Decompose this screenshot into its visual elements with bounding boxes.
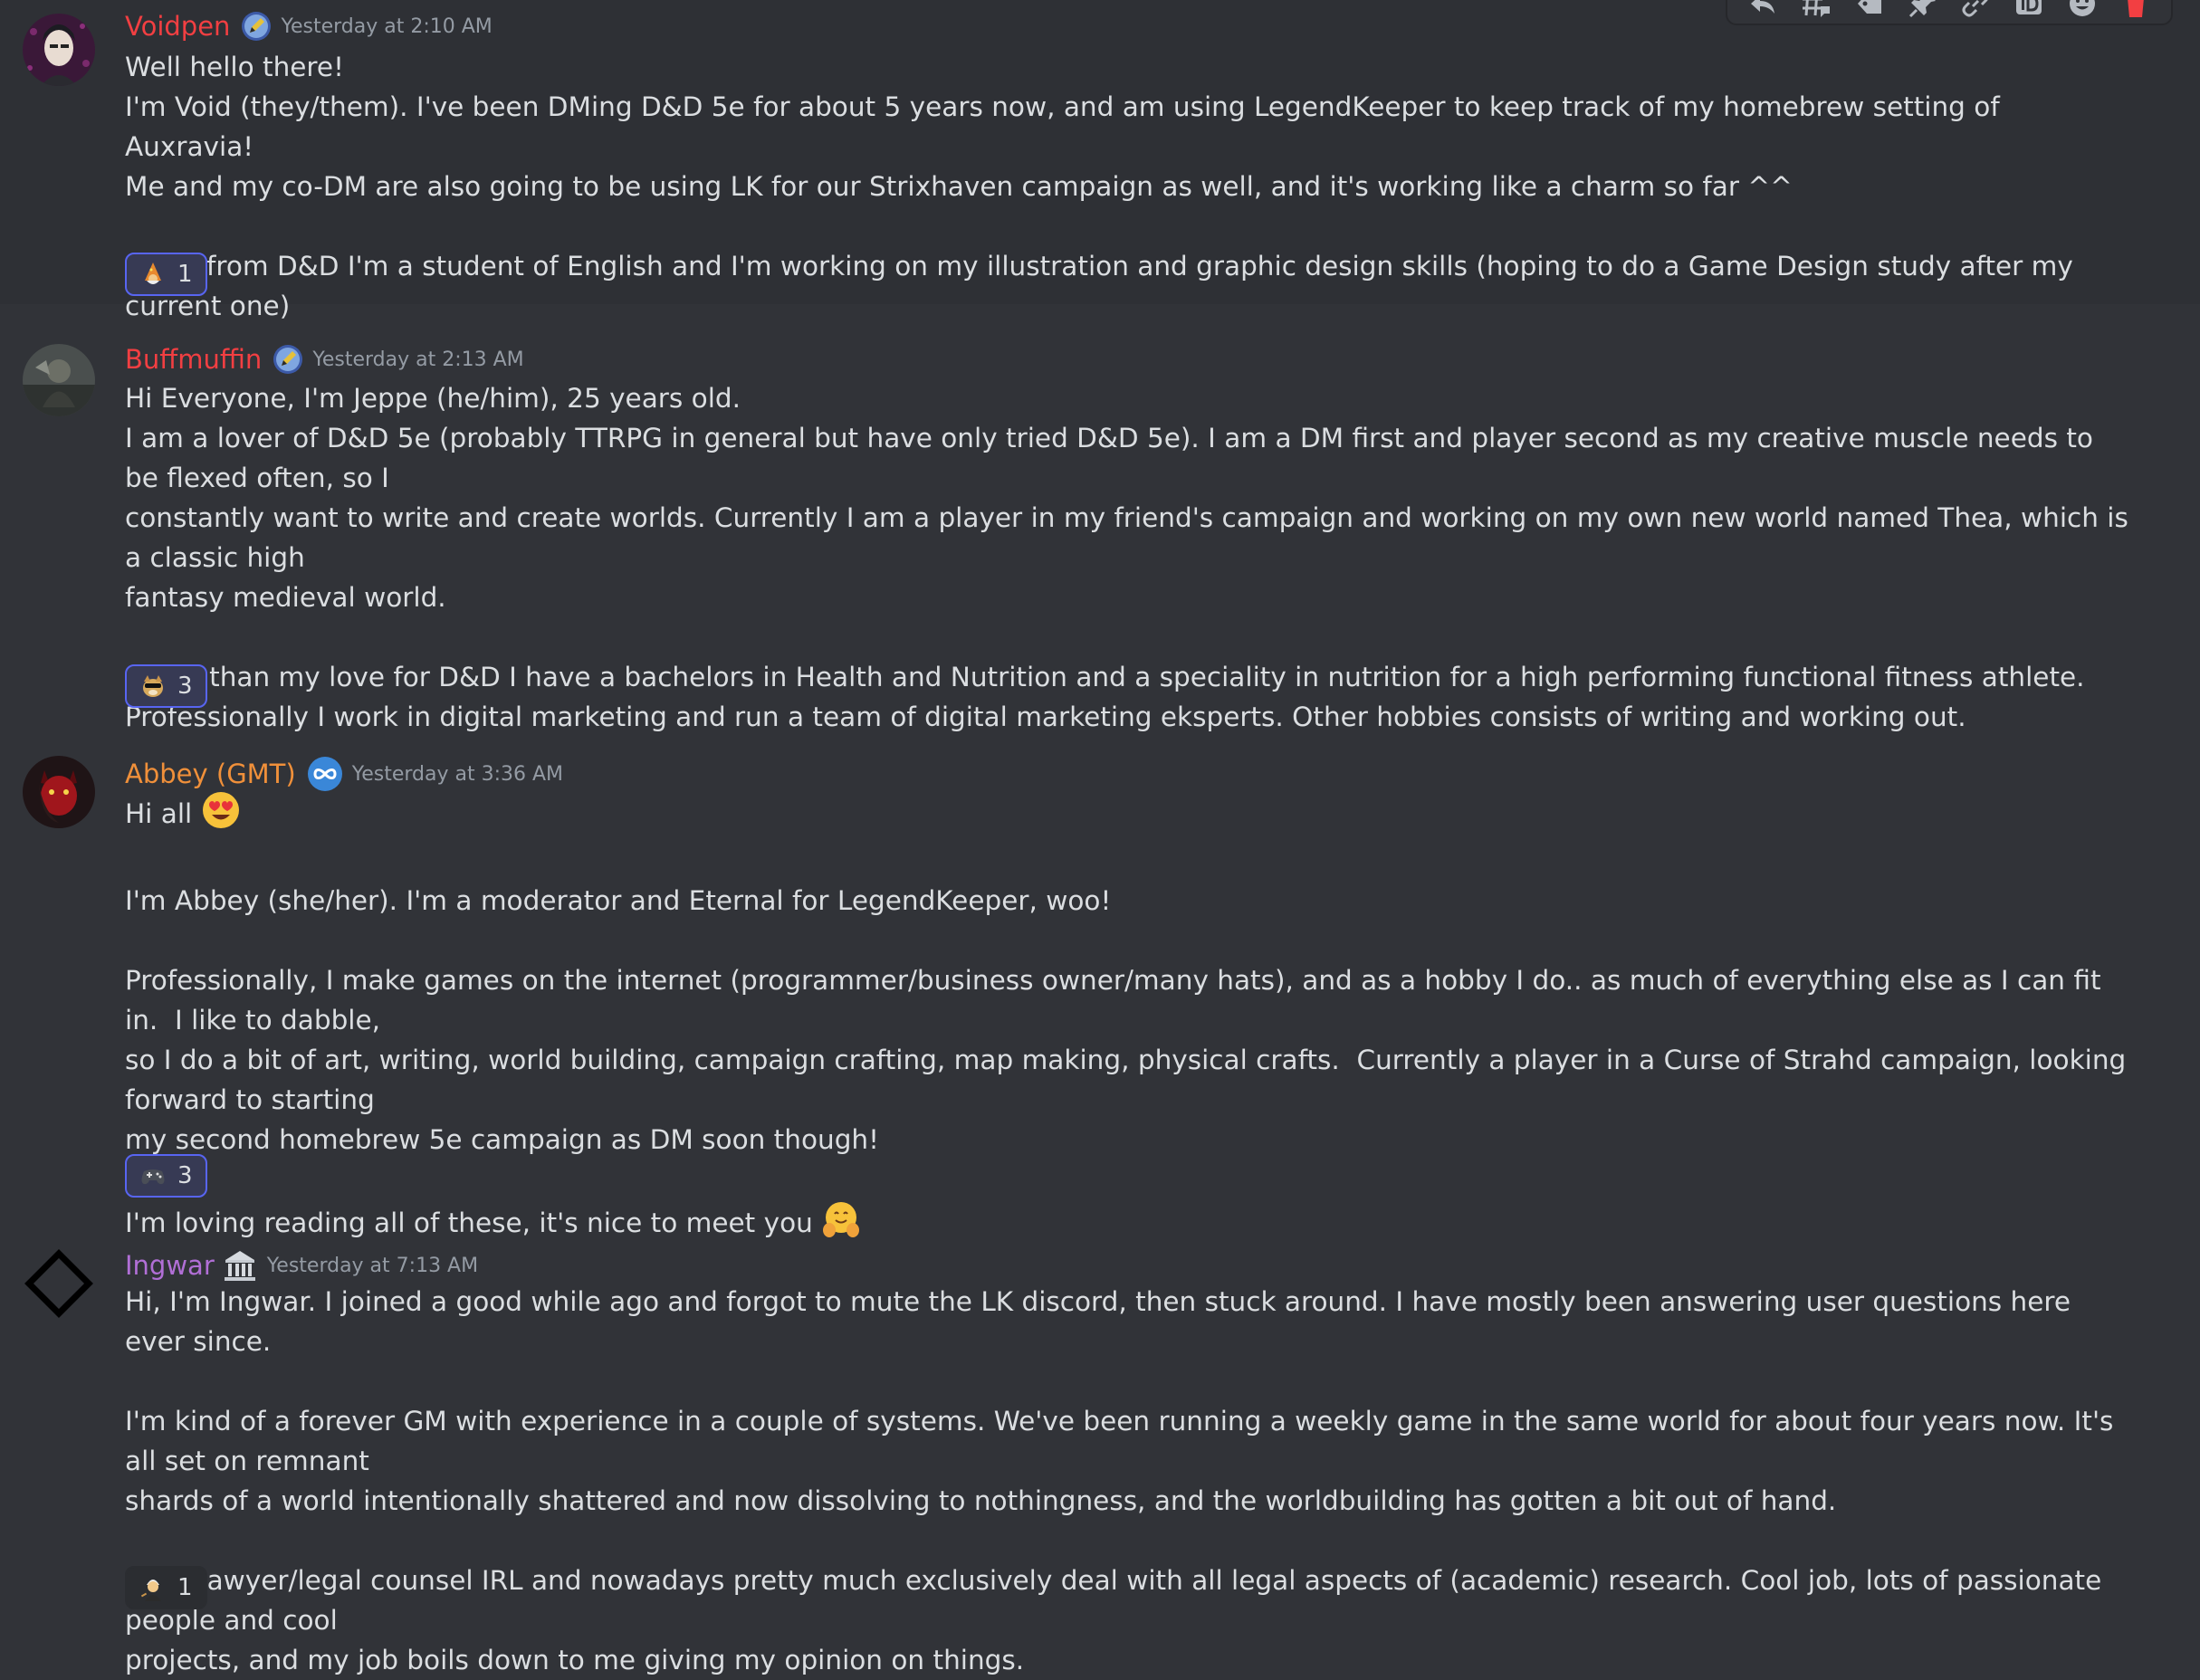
message-line: Professionally, I make games on the inte… (125, 965, 2109, 1036)
username[interactable]: Voidpen (125, 11, 230, 42)
message-content: Hi Everyone, I'm Jeppe (he/him), 25 year… (125, 378, 2135, 737)
id-icon[interactable] (2008, 0, 2050, 24)
message-line (125, 1160, 2135, 1199)
message-buffmuffin[interactable]: Buffmuffin Yesterday at 2:13 AM Hi Every… (0, 335, 2200, 732)
message-line: Aside from D&D I'm a student of English … (125, 251, 2082, 321)
message-abbey[interactable]: Abbey (GMT) Yesterday at 3:36 AM Hi all … (0, 747, 2200, 1238)
message-line: Other than my love for D&D I have a bach… (125, 662, 2085, 692)
message-line: I'm Abbey (she/her). I'm a moderator and… (125, 885, 1112, 916)
judge-emoji-icon (139, 1574, 167, 1601)
message-line: Professionally I work in digital marketi… (125, 702, 1966, 732)
message-header: Voidpen Yesterday at 2:10 AM (125, 11, 493, 42)
message-line: Me and my co-DM are also going to be usi… (125, 171, 1793, 202)
message-content: Well hello there! I'm Void (they/them). … (125, 47, 2135, 326)
wizard-emoji-icon (139, 261, 167, 288)
reaction-button[interactable]: 1 (125, 253, 207, 296)
message-line (125, 921, 2135, 960)
message-line: I am a lover of D&D 5e (probably TTRPG i… (125, 423, 2102, 493)
add-reaction-icon[interactable] (2061, 0, 2103, 24)
message-line: I'm Void (they/them). I've been DMing D&… (125, 91, 2009, 162)
avatar[interactable] (23, 756, 95, 828)
message-line: shards of a world intentionally shattere… (125, 1485, 1837, 1516)
cool-doge-emoji-icon (139, 673, 167, 700)
message-line: Hi all (125, 790, 2135, 841)
delete-icon[interactable] (2115, 0, 2157, 24)
reaction-count: 3 (177, 1162, 193, 1189)
timestamp[interactable]: Yesterday at 7:13 AM (267, 1255, 478, 1277)
reaction-count: 1 (177, 261, 193, 288)
message-line (125, 617, 2135, 657)
message-line: Hi Everyone, I'm Jeppe (he/him), 25 year… (125, 383, 741, 414)
timestamp[interactable]: Yesterday at 3:36 AM (352, 763, 563, 786)
message-header: Abbey (GMT) Yesterday at 3:36 AM (125, 756, 563, 792)
timestamp[interactable]: Yesterday at 2:13 AM (312, 348, 523, 371)
message-text: I'm loving reading all of these, it's ni… (125, 1208, 813, 1238)
avatar[interactable] (23, 1247, 95, 1320)
link-icon[interactable] (1955, 0, 1996, 24)
message-line: projects, and my job boils down to me gi… (125, 1645, 1025, 1675)
avatar[interactable] (23, 14, 95, 86)
message-content: Hi, I'm Ingwar. I joined a good while ag… (125, 1282, 2135, 1680)
message-line: fantasy medieval world. (125, 582, 446, 613)
infinity-badge-icon (307, 756, 343, 792)
classical-building-icon (222, 1247, 258, 1284)
reaction-button[interactable]: 3 (125, 1154, 207, 1198)
username[interactable]: Buffmuffin (125, 344, 262, 375)
pin-icon[interactable] (1902, 0, 1944, 24)
reaction-count: 3 (177, 673, 193, 700)
message-line: my second homebrew 5e campaign as DM soo… (125, 1124, 879, 1155)
tag-icon[interactable] (1849, 0, 1890, 24)
create-thread-icon[interactable] (1795, 0, 1837, 24)
reaction-count: 1 (177, 1574, 193, 1601)
message-line: I'm a lawyer/legal counsel IRL and nowad… (125, 1565, 2110, 1636)
message-voidpen[interactable]: Voidpen Yesterday at 2:10 AM Well hello … (0, 0, 2200, 321)
message-line: Well hello there! (125, 52, 344, 82)
timestamp[interactable]: Yesterday at 2:10 AM (281, 15, 492, 38)
heart-eyes-emoji-icon (201, 790, 241, 841)
message-line: Hi, I'm Ingwar. I joined a good while ag… (125, 1286, 2080, 1357)
message-line (125, 1521, 2135, 1561)
message-header: Buffmuffin Yesterday at 2:13 AM (125, 344, 524, 375)
message-line (125, 206, 2135, 246)
message-line: constantly want to write and create worl… (125, 502, 2138, 573)
message-content: Hi all I'm Abbey (she/her). I'm a modera… (125, 790, 2135, 1250)
reply-icon[interactable] (1742, 0, 1784, 24)
message-line: so I do a bit of art, writing, world bui… (125, 1045, 2135, 1115)
chat-message-list: Voidpen Yesterday at 2:10 AM Well hello … (0, 0, 2200, 1675)
reaction-button[interactable]: 1 (125, 1566, 207, 1609)
message-action-toolbar (1726, 0, 2173, 25)
message-line: I'm kind of a forever GM with experience… (125, 1406, 2122, 1476)
game-controller-emoji-icon (139, 1162, 167, 1189)
username[interactable]: Abbey (GMT) (125, 759, 296, 789)
message-header: Ingwar Yesterday at 7:13 AM (125, 1247, 478, 1284)
message-text: Hi all (125, 798, 193, 829)
message-line (125, 1361, 2135, 1401)
message-line (125, 841, 2135, 881)
reaction-button[interactable]: 3 (125, 664, 207, 708)
pencil-badge-icon (241, 11, 272, 42)
message-ingwar[interactable]: Ingwar Yesterday at 7:13 AM Hi, I'm Ingw… (0, 1238, 2200, 1675)
pencil-badge-icon (273, 344, 303, 375)
username[interactable]: Ingwar (125, 1250, 215, 1281)
avatar[interactable] (23, 344, 95, 416)
